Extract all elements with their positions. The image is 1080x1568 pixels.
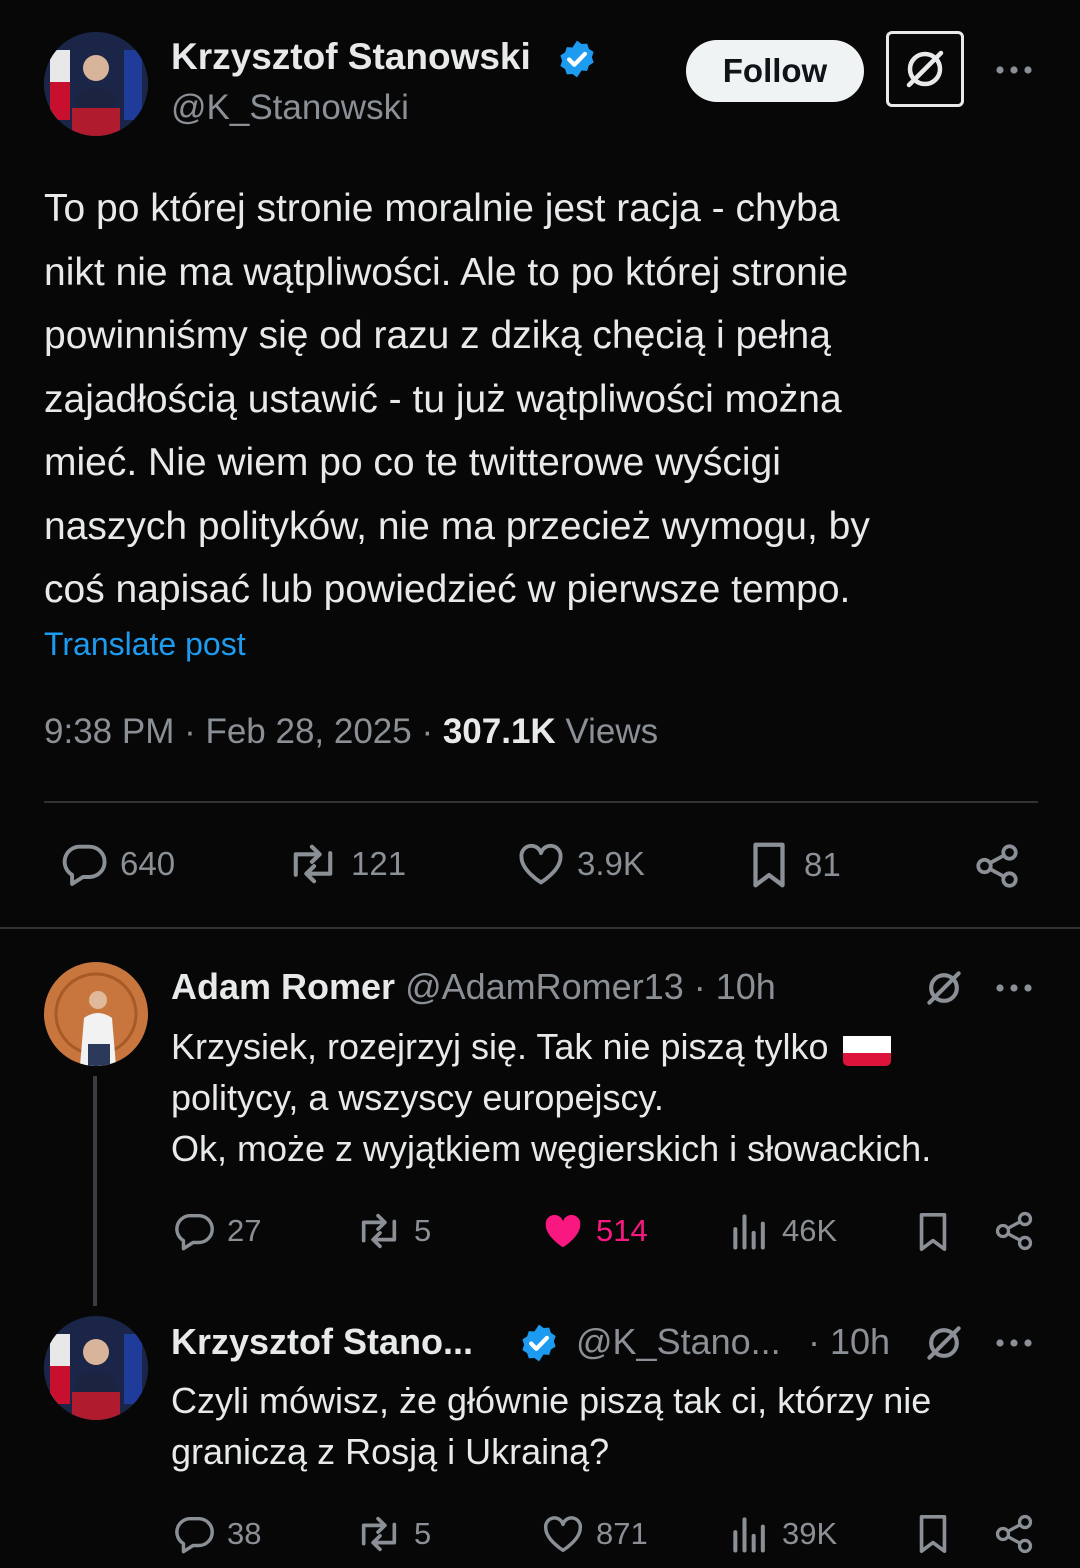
reply-time[interactable]: · 10h xyxy=(808,1321,890,1363)
repost-icon xyxy=(361,1213,397,1249)
repost-count: 5 xyxy=(414,1516,432,1551)
like-count: 3.9K xyxy=(577,845,645,882)
like-icon xyxy=(544,1516,582,1553)
author-avatar[interactable] xyxy=(44,32,148,136)
reply-text: Czyli mówisz, że głównie piszą tak ci, k… xyxy=(171,1375,931,1477)
views-label: Views xyxy=(555,712,659,751)
follow-button[interactable]: Follow xyxy=(686,40,864,102)
repost-count: 121 xyxy=(351,845,407,882)
bookmark-icon[interactable] xyxy=(912,1510,954,1563)
repost-icon xyxy=(361,1516,397,1552)
views-icon xyxy=(733,1214,765,1250)
reply-text-line: Krzysiek, rozejrzyj się. Tak nie piszą t… xyxy=(171,1021,931,1072)
post-text-line: nikt nie ma wątpliwości. Ale to po które… xyxy=(44,250,849,294)
reply-author-name[interactable]: Krzysztof Stano... xyxy=(171,1321,473,1363)
repost-icon xyxy=(293,844,333,884)
reply-text-segment: Krzysiek, rozejrzyj się. Tak nie piszą t… xyxy=(171,1026,839,1067)
post-timestamp[interactable]: 9:38 PM · Feb 28, 2025 · xyxy=(44,712,443,751)
like-count: 871 xyxy=(596,1516,648,1551)
reply-button[interactable]: 27 xyxy=(171,1208,261,1254)
reply-author-name[interactable]: Adam Romer xyxy=(171,966,395,1007)
bookmark-count: 81 xyxy=(804,846,841,883)
reply-button[interactable]: 640 xyxy=(58,838,175,890)
grok-icon[interactable] xyxy=(886,31,964,107)
post-text: To po której stronie moralnie jest racja… xyxy=(44,177,870,622)
more-icon[interactable] xyxy=(994,978,1034,1003)
like-button[interactable]: 871 xyxy=(540,1511,648,1557)
reply-header: Adam Romer @AdamRomer13 · 10h xyxy=(171,966,776,1008)
reply-handle[interactable]: @K_Stano... xyxy=(576,1321,781,1363)
reply-avatar[interactable] xyxy=(44,1316,148,1420)
repost-button[interactable]: 121 xyxy=(285,838,406,890)
reply-text-line: Czyli mówisz, że głównie piszą tak ci, k… xyxy=(171,1380,932,1421)
divider xyxy=(44,801,1038,803)
post-text-line: mieć. Nie wiem po co te twitterowe wyści… xyxy=(44,441,781,484)
translate-post-link[interactable]: Translate post xyxy=(44,626,246,663)
more-icon[interactable] xyxy=(994,60,1034,85)
views-button[interactable]: 39K xyxy=(728,1511,837,1557)
reply-button[interactable]: 38 xyxy=(171,1511,261,1557)
repost-button[interactable]: 5 xyxy=(354,1208,431,1254)
author-handle[interactable]: @K_Stanowski xyxy=(171,88,409,128)
reply-icon xyxy=(62,844,107,886)
bookmark-button[interactable]: 81 xyxy=(744,838,841,892)
share-icon[interactable] xyxy=(972,841,1022,896)
thread-line xyxy=(93,1076,97,1306)
post-text-line: powinniśmy się od razu z dziką chęcią i … xyxy=(44,314,831,357)
views-count: 307.1K xyxy=(442,712,556,751)
reply-count: 38 xyxy=(227,1516,262,1551)
like-button[interactable]: 3.9K xyxy=(515,838,645,890)
like-button[interactable]: 514 xyxy=(540,1208,648,1254)
reply-avatar[interactable] xyxy=(44,962,148,1066)
views-button[interactable]: 46K xyxy=(728,1208,837,1254)
like-icon xyxy=(519,843,563,885)
bookmark-icon xyxy=(753,842,785,888)
post-meta: 9:38 PM · Feb 28, 2025 · 307.1K Views xyxy=(44,712,658,752)
reply-icon xyxy=(175,1516,214,1554)
poland-flag-icon xyxy=(842,1032,891,1067)
like-icon xyxy=(545,1214,581,1248)
bookmark-icon[interactable] xyxy=(912,1208,954,1261)
repost-count: 5 xyxy=(414,1213,432,1248)
reply-icon xyxy=(175,1213,214,1251)
verified-badge-icon xyxy=(518,1322,560,1369)
grok-icon[interactable] xyxy=(922,966,966,1015)
repost-button[interactable]: 5 xyxy=(354,1511,431,1557)
post-text-line: To po której stronie moralnie jest racja… xyxy=(44,187,840,230)
reply-count: 640 xyxy=(120,845,176,882)
like-count: 514 xyxy=(596,1213,648,1248)
views-count: 39K xyxy=(782,1516,838,1551)
reply-text-line: politycy, a wszyscy europejscy. xyxy=(171,1077,664,1118)
post-text-line: coś napisać lub powiedzieć w pierwsze te… xyxy=(44,568,851,611)
reply-text: Krzysiek, rozejrzyj się. Tak nie piszą t… xyxy=(171,1021,931,1174)
grok-icon[interactable] xyxy=(922,1321,966,1370)
post-text-line: naszych polityków, nie ma przecież wymog… xyxy=(44,504,870,548)
divider xyxy=(0,927,1080,929)
share-icon[interactable] xyxy=(992,1512,1036,1561)
reply-text-line: graniczą z Rosją i Ukrainą? xyxy=(171,1431,610,1472)
reply-handle-time[interactable]: @AdamRomer13 · 10h xyxy=(405,966,776,1007)
more-icon[interactable] xyxy=(994,1333,1034,1358)
views-count: 46K xyxy=(782,1213,838,1248)
share-icon[interactable] xyxy=(992,1209,1036,1258)
verified-badge-icon xyxy=(556,38,598,85)
reply-text-line: Ok, może z wyjątkiem węgierskich i słowa… xyxy=(171,1128,932,1169)
views-icon xyxy=(733,1517,765,1553)
post-text-line: zajadłością ustawić - tu już wątpliwości… xyxy=(44,377,842,421)
reply-count: 27 xyxy=(227,1213,262,1248)
author-name[interactable]: Krzysztof Stanowski xyxy=(171,36,531,78)
